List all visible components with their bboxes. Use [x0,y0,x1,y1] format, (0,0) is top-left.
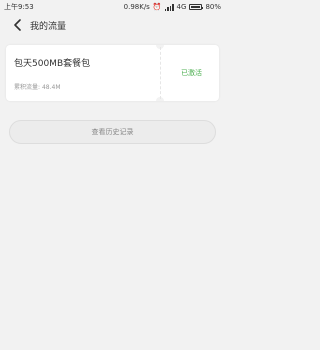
alarm-icon: ⏰ [152,3,162,11]
view-history-button[interactable]: 查看历史记录 [9,120,216,144]
usage-label: 累积流量: [14,84,41,91]
battery-percent: 80% [205,3,221,11]
battery-icon [189,4,204,10]
status-time: 上午9:53 [4,3,34,11]
status-bar: 上午9:53 0.98K/s ⏰ 4G 80% [0,0,225,14]
card-divider [160,47,161,99]
status-badge: 已激活 [181,69,202,77]
network-type: 4G [176,3,187,11]
title-bar: 我的流量 [0,14,225,36]
usage-row: 累积流量: 48.4M [14,82,61,91]
network-speed: 0.98K/s [123,3,150,11]
package-name: 包天500MB套餐包 [14,59,91,69]
status-icons: 0.98K/s ⏰ 4G 80% [124,3,221,11]
package-card[interactable]: 包天500MB套餐包 累积流量: 48.4M 已激活 [6,45,219,101]
page-title: 我的流量 [30,21,67,32]
chevron-left-icon[interactable] [6,14,28,36]
usage-value: 48.4M [41,84,61,91]
signal-icon [164,3,174,11]
